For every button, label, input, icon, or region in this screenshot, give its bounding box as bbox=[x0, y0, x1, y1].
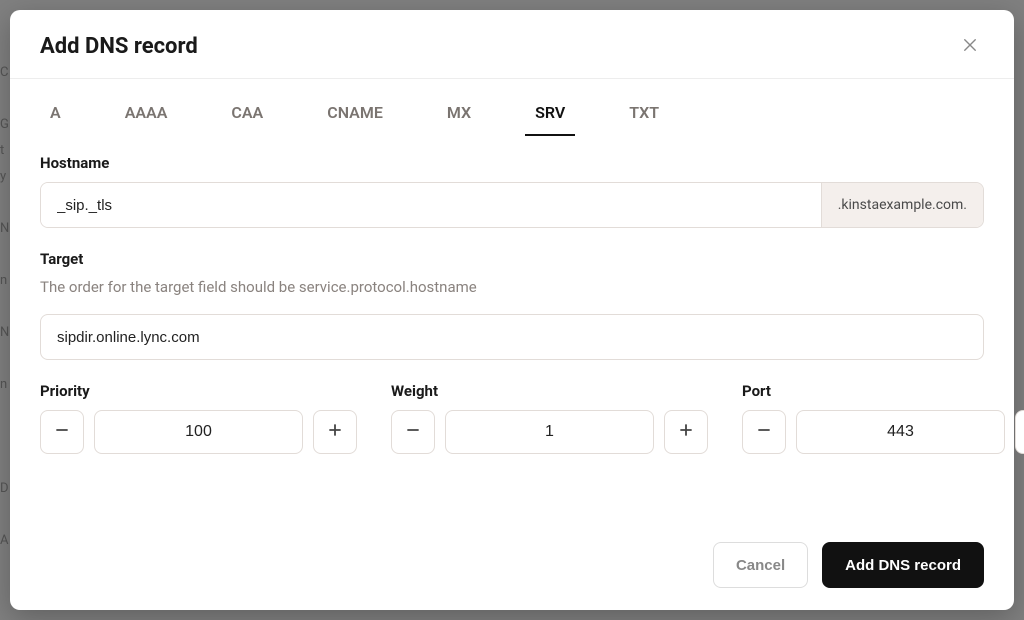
weight-input[interactable] bbox=[445, 410, 654, 454]
tab-caa[interactable]: CAA bbox=[221, 91, 273, 136]
modal-footer: Cancel Add DNS record bbox=[10, 526, 1014, 610]
hostname-input-group: .kinstaexample.com. bbox=[40, 182, 984, 228]
weight-decrement-button[interactable] bbox=[391, 410, 435, 454]
tab-cname[interactable]: CNAME bbox=[317, 91, 393, 136]
plus-icon bbox=[327, 422, 343, 442]
numeric-fields-row: Priority Weight bbox=[40, 382, 984, 454]
record-type-tabs: A AAAA CAA CNAME MX SRV TXT bbox=[10, 91, 1014, 136]
hostname-input[interactable] bbox=[41, 183, 821, 227]
minus-icon bbox=[54, 422, 70, 442]
port-group: Port bbox=[742, 382, 1024, 454]
weight-label: Weight bbox=[391, 382, 708, 400]
hostname-domain-suffix: .kinstaexample.com. bbox=[821, 183, 983, 227]
priority-label: Priority bbox=[40, 382, 357, 400]
tab-a[interactable]: A bbox=[40, 91, 71, 136]
submit-button[interactable]: Add DNS record bbox=[822, 542, 984, 588]
tab-txt[interactable]: TXT bbox=[619, 91, 669, 136]
modal-header: Add DNS record bbox=[10, 10, 1014, 78]
tab-aaaa[interactable]: AAAA bbox=[115, 91, 178, 136]
port-input[interactable] bbox=[796, 410, 1005, 454]
priority-stepper bbox=[40, 410, 357, 454]
tab-srv[interactable]: SRV bbox=[525, 91, 575, 136]
minus-icon bbox=[756, 422, 772, 442]
backdrop-obscured-text: C G t y N n N n D A bbox=[0, 0, 9, 554]
priority-increment-button[interactable] bbox=[313, 410, 357, 454]
port-decrement-button[interactable] bbox=[742, 410, 786, 454]
weight-group: Weight bbox=[391, 382, 708, 454]
port-increment-button[interactable] bbox=[1015, 410, 1024, 454]
target-input[interactable] bbox=[40, 314, 984, 360]
tab-mx[interactable]: MX bbox=[437, 91, 481, 136]
target-group: Target The order for the target field sh… bbox=[40, 250, 984, 360]
priority-decrement-button[interactable] bbox=[40, 410, 84, 454]
minus-icon bbox=[405, 422, 421, 442]
cancel-button[interactable]: Cancel bbox=[713, 542, 808, 588]
target-helper-text: The order for the target field should be… bbox=[40, 278, 984, 296]
modal-title: Add DNS record bbox=[40, 34, 198, 59]
form-body: Hostname .kinstaexample.com. Target The … bbox=[10, 154, 1014, 494]
add-dns-record-modal: Add DNS record A AAAA CAA CNAME MX SRV T… bbox=[10, 10, 1014, 610]
hostname-group: Hostname .kinstaexample.com. bbox=[40, 154, 984, 228]
close-button[interactable] bbox=[956, 32, 984, 60]
port-label: Port bbox=[742, 382, 1024, 400]
close-icon bbox=[963, 36, 977, 57]
priority-group: Priority bbox=[40, 382, 357, 454]
priority-input[interactable] bbox=[94, 410, 303, 454]
plus-icon bbox=[678, 422, 694, 442]
target-label: Target bbox=[40, 250, 984, 268]
port-stepper bbox=[742, 410, 1024, 454]
hostname-label: Hostname bbox=[40, 154, 984, 172]
header-divider bbox=[10, 78, 1014, 79]
weight-stepper bbox=[391, 410, 708, 454]
weight-increment-button[interactable] bbox=[664, 410, 708, 454]
